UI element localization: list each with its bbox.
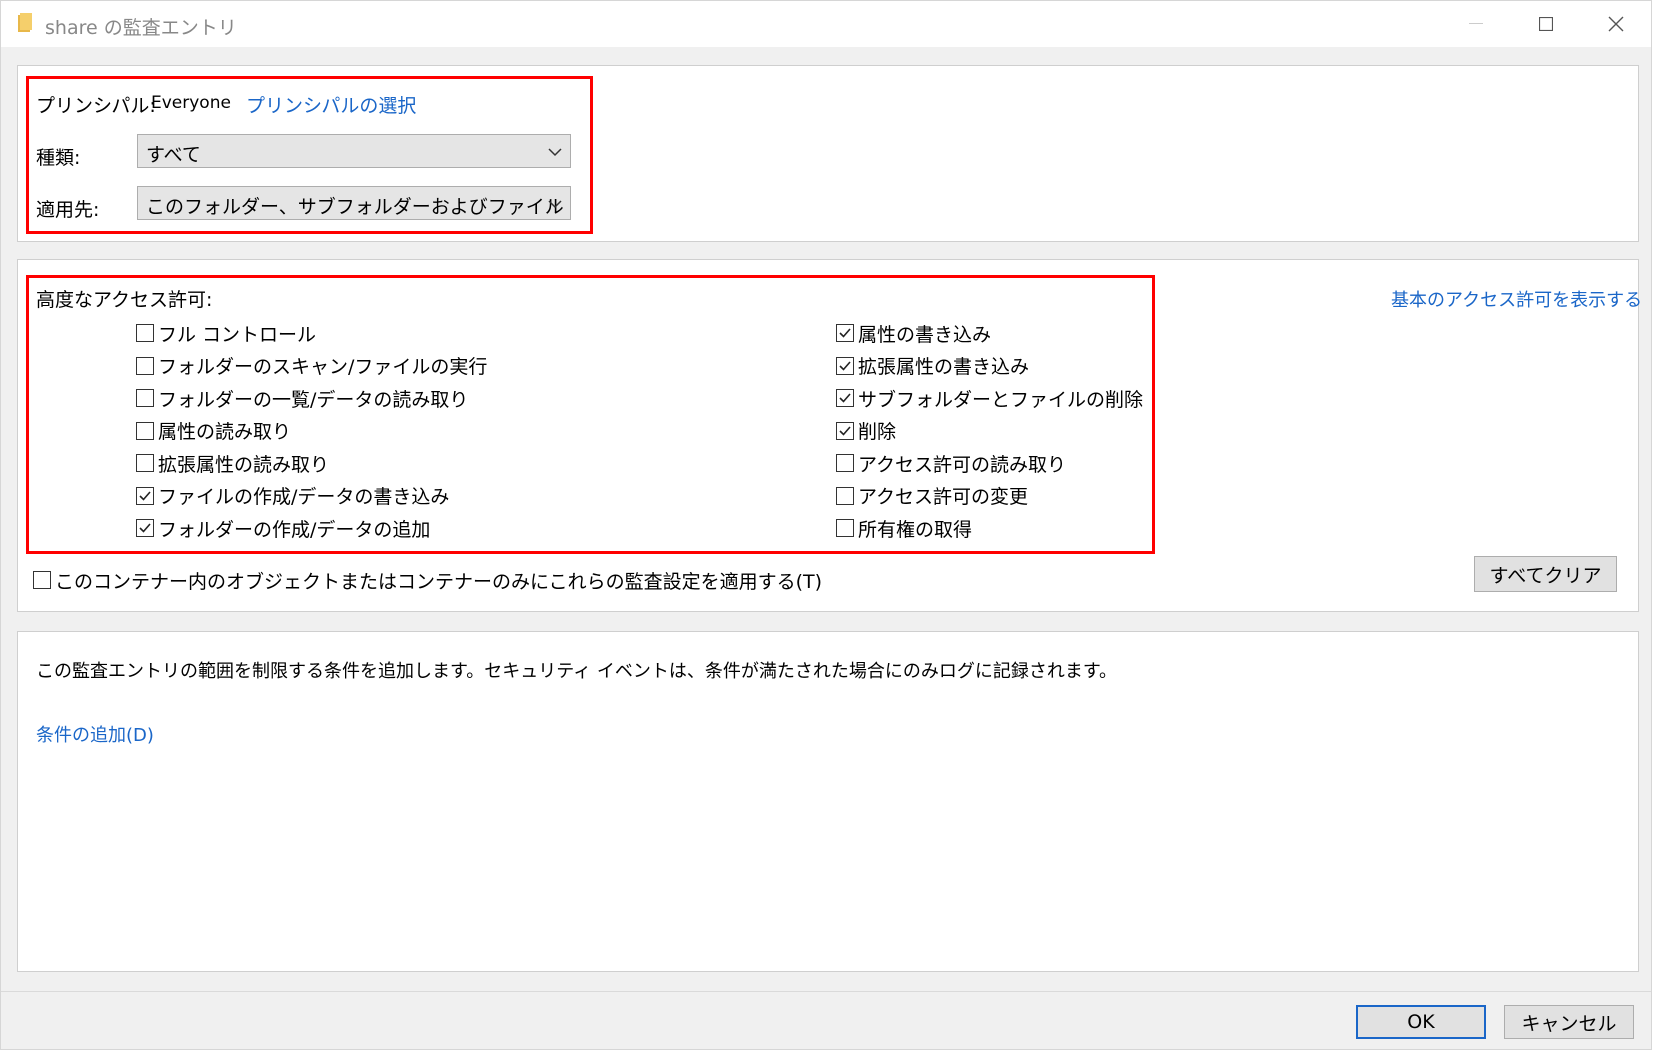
permission-checkbox-checked[interactable]	[136, 519, 154, 537]
permission-row[interactable]: サブフォルダーとファイルの削除	[836, 385, 1143, 411]
permission-row[interactable]: 削除	[836, 418, 896, 444]
apply-only-label: このコンテナー内のオブジェクトまたはコンテナーのみにこれらの監査設定を適用する(…	[55, 570, 823, 593]
checkmark-icon	[139, 523, 151, 533]
checkmark-icon	[839, 360, 851, 371]
apply-only-checkbox-row[interactable]: このコンテナー内のオブジェクトまたはコンテナーのみにこれらの監査設定を適用する(…	[33, 567, 822, 593]
footer-divider	[1, 991, 1651, 992]
permission-label: 削除	[858, 421, 897, 443]
title-bar: share の監査エントリ	[1, 1, 1651, 47]
permission-row[interactable]: アクセス許可の変更	[836, 483, 1028, 509]
permission-checkbox[interactable]	[136, 454, 154, 472]
window-title: share の監査エントリ	[45, 17, 237, 39]
permission-label: 所有権の取得	[858, 518, 973, 541]
apply-only-checkbox[interactable]	[33, 571, 51, 589]
checkmark-icon	[839, 425, 851, 436]
permission-label: 拡張属性の書き込み	[858, 356, 1030, 378]
add-condition-link[interactable]: 条件の追加(D)	[36, 721, 154, 747]
permission-checkbox-checked[interactable]	[136, 486, 154, 505]
conditions-description: この監査エントリの範囲を制限する条件を追加します。セキュリティ イベントは、条件…	[36, 661, 1118, 682]
permission-label: フォルダーの作成/データの追加	[158, 518, 431, 541]
permission-row[interactable]: 属性の書き込み	[836, 320, 991, 346]
permission-row[interactable]: アクセス許可の読み取り	[836, 450, 1066, 476]
apply-to-label: 適用先:	[36, 199, 100, 221]
apply-to-selected-value: このフォルダー、サブフォルダーおよびファイル	[146, 196, 564, 218]
permission-checkbox-checked[interactable]	[836, 389, 854, 407]
permission-checkbox[interactable]	[136, 421, 154, 440]
type-dropdown[interactable]: すべて	[137, 134, 571, 168]
highlight-box-permissions	[26, 275, 1155, 554]
ok-button[interactable]: OK	[1356, 1005, 1486, 1039]
permission-label: アクセス許可の変更	[858, 486, 1029, 508]
clear-all-button[interactable]: すべてクリア	[1474, 556, 1617, 592]
show-basic-permissions-link[interactable]: 基本のアクセス許可を表示する	[1391, 286, 1642, 312]
permission-checkbox[interactable]	[836, 519, 854, 537]
checkmark-icon	[139, 490, 151, 501]
permission-label: 属性の書き込み	[858, 323, 992, 346]
chevron-down-icon	[547, 144, 563, 160]
permission-checkbox[interactable]	[136, 356, 154, 375]
maximize-icon	[1539, 17, 1553, 31]
permission-row[interactable]: フル コントロール	[136, 320, 316, 346]
permission-label: ファイルの作成/データの書き込み	[158, 486, 450, 508]
permission-row[interactable]: 拡張属性の読み取り	[136, 450, 329, 476]
permission-label: フル コントロール	[158, 323, 317, 346]
permission-label: アクセス許可の読み取り	[858, 453, 1067, 476]
principal-value: Everyone	[151, 93, 231, 113]
apply-to-dropdown[interactable]: このフォルダー、サブフォルダーおよびファイル	[137, 186, 571, 220]
minimize-button[interactable]	[1441, 1, 1511, 47]
permission-row[interactable]: 拡張属性の書き込み	[836, 353, 1029, 379]
checkmark-icon	[839, 328, 851, 338]
type-selected-value: すべて	[146, 144, 201, 166]
advanced-permissions-heading: 高度なアクセス許可:	[36, 289, 213, 311]
minimize-icon	[1469, 23, 1483, 24]
permission-row[interactable]: フォルダーの作成/データの追加	[136, 515, 430, 541]
permission-row[interactable]: フォルダーの一覧/データの読み取り	[136, 385, 468, 411]
permission-row[interactable]: フォルダーのスキャン/ファイルの実行	[136, 353, 487, 379]
permission-row[interactable]: ファイルの作成/データの書き込み	[136, 483, 449, 509]
permission-label: サブフォルダーとファイルの削除	[858, 388, 1144, 411]
permission-label: 属性の読み取り	[158, 421, 292, 443]
permission-checkbox[interactable]	[136, 324, 154, 342]
permission-label: フォルダーのスキャン/ファイルの実行	[158, 356, 488, 378]
permission-checkbox[interactable]	[136, 389, 154, 407]
maximize-button[interactable]	[1511, 1, 1581, 47]
permission-checkbox-checked[interactable]	[836, 421, 854, 440]
chevron-down-icon	[547, 196, 563, 212]
checkmark-icon	[839, 393, 851, 403]
permission-checkbox[interactable]	[836, 454, 854, 472]
cancel-button[interactable]: キャンセル	[1504, 1005, 1634, 1039]
permission-checkbox[interactable]	[836, 486, 854, 505]
close-icon	[1608, 16, 1624, 32]
audit-entry-dialog: share の監査エントリ プリンシパル: Everyone プリンシパルの選択…	[0, 0, 1652, 1050]
permission-label: フォルダーの一覧/データの読み取り	[158, 388, 469, 411]
permission-row[interactable]: 所有権の取得	[836, 515, 972, 541]
principal-label: プリンシパル:	[36, 95, 156, 117]
folder-icon	[18, 13, 32, 33]
select-principal-link[interactable]: プリンシパルの選択	[246, 91, 416, 118]
permission-row[interactable]: 属性の読み取り	[136, 418, 291, 444]
permission-label: 拡張属性の読み取り	[158, 453, 330, 476]
close-button[interactable]	[1581, 1, 1651, 47]
permission-checkbox-checked[interactable]	[836, 356, 854, 375]
permission-checkbox-checked[interactable]	[836, 324, 854, 342]
type-label: 種類:	[36, 147, 81, 169]
